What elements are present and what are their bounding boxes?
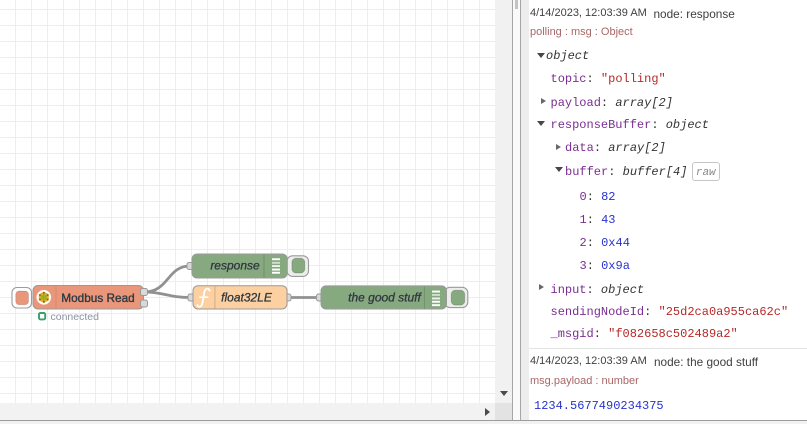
svg-text:Modbus Read: Modbus Read — [61, 291, 134, 305]
svg-text:float32LE: float32LE — [221, 291, 273, 305]
svg-text:response: response — [210, 259, 260, 273]
svg-text:the good stuff: the good stuff — [348, 291, 422, 305]
svg-text:connected: connected — [51, 311, 100, 323]
